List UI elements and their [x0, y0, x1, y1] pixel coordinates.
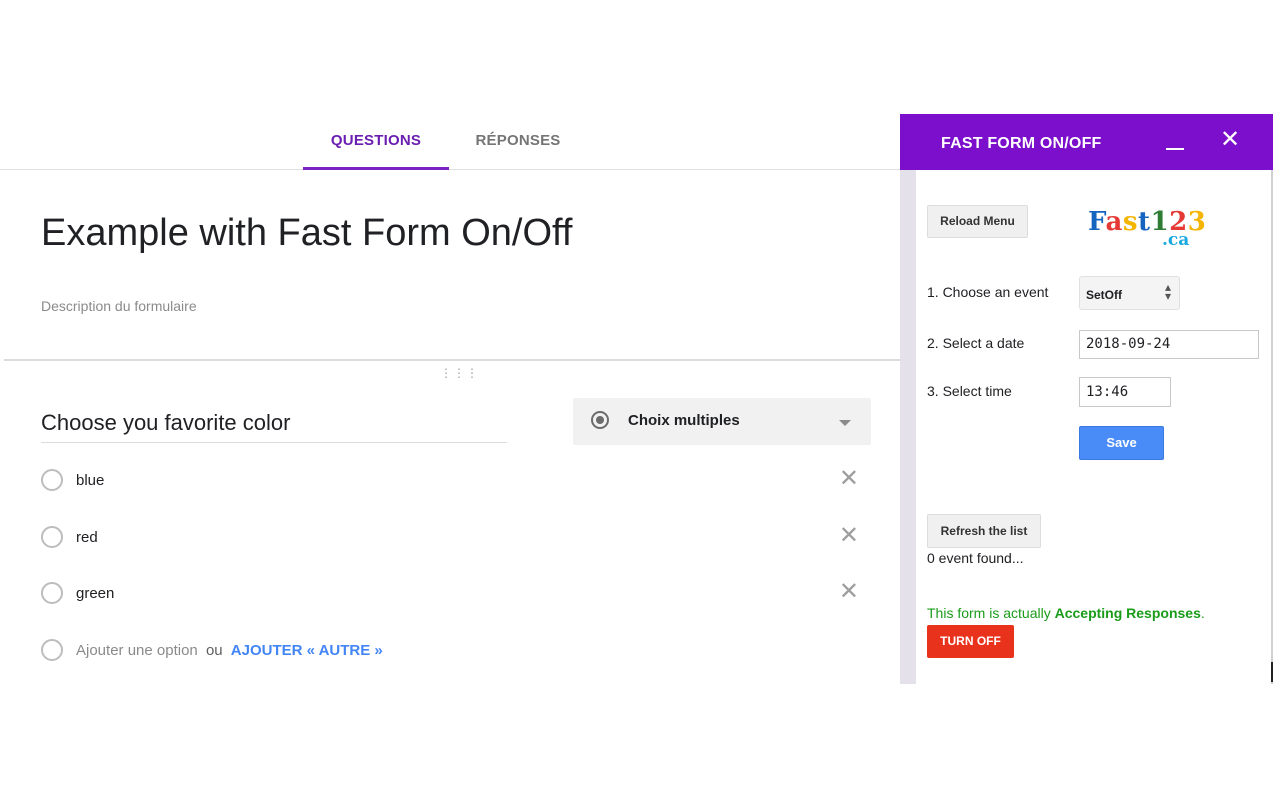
drag-handle-icon[interactable]: ⋮⋮⋮: [440, 367, 478, 380]
add-option-text: Ajouter une option ou AJOUTER « AUTRE »: [76, 642, 383, 659]
form-header-card: Example with Fast Form On/Off Descriptio…: [4, 170, 900, 361]
form-status-text: This form is actually Accepting Response…: [927, 605, 1205, 621]
form-description-field[interactable]: Description du formulaire: [41, 298, 197, 314]
tab-responses[interactable]: RÉPONSES: [456, 112, 580, 169]
logo-letter: s: [1122, 207, 1139, 237]
or-separator: ou: [205, 642, 223, 659]
remove-option-icon[interactable]: ✕: [839, 580, 859, 604]
question-card: ⋮⋮⋮ Choose you favorite color Choix mult…: [4, 362, 900, 684]
question-type-dropdown[interactable]: Choix multiples: [573, 398, 871, 445]
option-row: blue ✕: [41, 467, 861, 493]
close-icon[interactable]: ✕: [1220, 128, 1240, 152]
question-title-field[interactable]: Choose you favorite color: [41, 410, 507, 443]
option-label[interactable]: green: [76, 585, 114, 602]
dropdown-caret-icon: [839, 420, 851, 426]
question-type-label: Choix multiples: [628, 412, 740, 429]
date-input[interactable]: 2018-09-24: [1079, 330, 1259, 359]
logo-letter: a: [1105, 207, 1123, 237]
events-found-text: 0 event found...: [927, 550, 1024, 566]
form-tabs: QUESTIONS RÉPONSES: [0, 112, 900, 170]
select-date-label: 2. Select a date: [927, 335, 1025, 351]
event-select-value: SetOff: [1086, 288, 1122, 302]
logo-letter: F: [1088, 207, 1106, 237]
status-suffix: .: [1200, 605, 1205, 621]
panel-title: FAST FORM ON/OFF: [941, 135, 1102, 152]
select-arrows-icon: ▴ ▾: [1164, 280, 1171, 303]
reload-menu-button[interactable]: Reload Menu: [927, 205, 1028, 238]
refresh-list-button[interactable]: Refresh the list: [927, 514, 1041, 548]
remove-option-icon[interactable]: ✕: [839, 524, 859, 548]
radio-circle-icon: [41, 639, 63, 661]
select-time-label: 3. Select time: [927, 383, 1012, 399]
status-prefix: This form is actually: [927, 605, 1055, 621]
remove-option-icon[interactable]: ✕: [839, 467, 859, 491]
panel-header: FAST FORM ON/OFF ✕: [900, 114, 1273, 170]
scrollbar-mark: [1271, 662, 1273, 682]
logo-letter: 3: [1187, 207, 1207, 237]
tab-questions[interactable]: QUESTIONS: [303, 112, 449, 170]
option-label[interactable]: red: [76, 529, 98, 546]
radio-type-icon: [591, 411, 609, 429]
panel-right-border: [1271, 170, 1273, 684]
option-row: green ✕: [41, 580, 861, 606]
add-other-link[interactable]: AJOUTER « AUTRE »: [231, 642, 383, 659]
radio-circle-icon: [41, 582, 63, 604]
fast123-logo: Fast123 .ca: [1088, 207, 1206, 251]
minimize-icon[interactable]: [1166, 132, 1186, 150]
choose-event-label: 1. Choose an event: [927, 284, 1049, 300]
time-input[interactable]: 13:46: [1079, 377, 1171, 407]
option-row: red ✕: [41, 524, 861, 550]
fast-form-panel: FAST FORM ON/OFF ✕ Reload Menu Fast123 .…: [900, 114, 1273, 684]
logo-domain: .ca: [1162, 230, 1190, 250]
event-select[interactable]: SetOff ▴ ▾: [1079, 276, 1180, 310]
option-label[interactable]: blue: [76, 472, 104, 489]
radio-circle-icon: [41, 526, 63, 548]
add-option-row: Ajouter une option ou AJOUTER « AUTRE »: [41, 639, 641, 663]
form-title[interactable]: Example with Fast Form On/Off: [41, 212, 572, 255]
add-option-link[interactable]: Ajouter une option: [76, 642, 198, 659]
panel-left-border: [900, 170, 916, 684]
turn-off-button[interactable]: TURN OFF: [927, 625, 1014, 658]
radio-circle-icon: [41, 469, 63, 491]
status-value: Accepting Responses: [1054, 605, 1201, 621]
save-button[interactable]: Save: [1079, 426, 1164, 460]
logo-letter: t: [1138, 207, 1151, 237]
